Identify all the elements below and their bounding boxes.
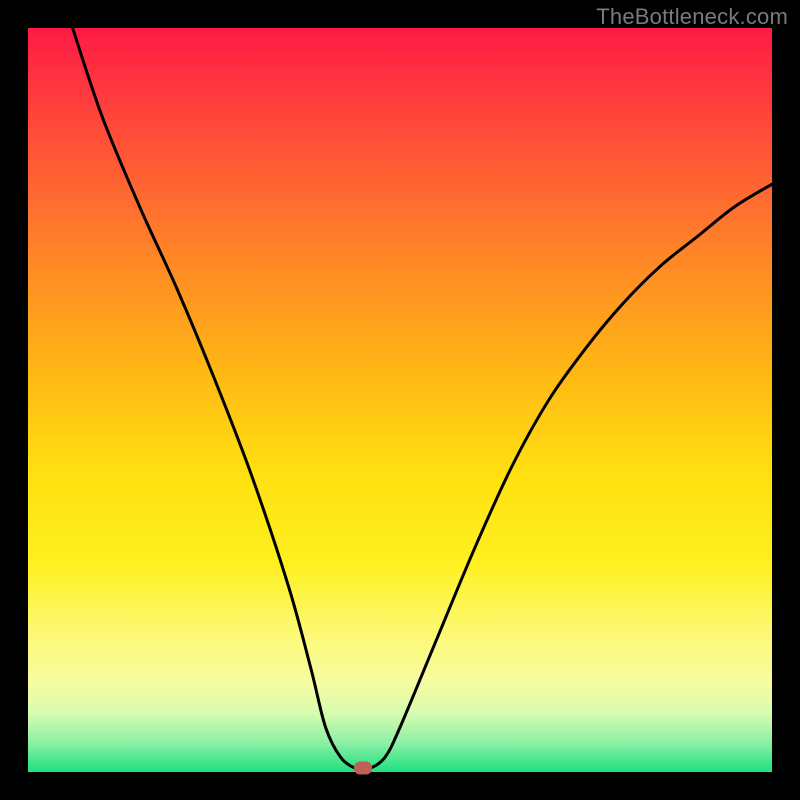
chart-frame: TheBottleneck.com bbox=[0, 0, 800, 800]
bottleneck-curve bbox=[28, 28, 772, 772]
watermark-text: TheBottleneck.com bbox=[596, 4, 788, 30]
optimal-point-marker bbox=[354, 762, 372, 775]
plot-area bbox=[28, 28, 772, 772]
